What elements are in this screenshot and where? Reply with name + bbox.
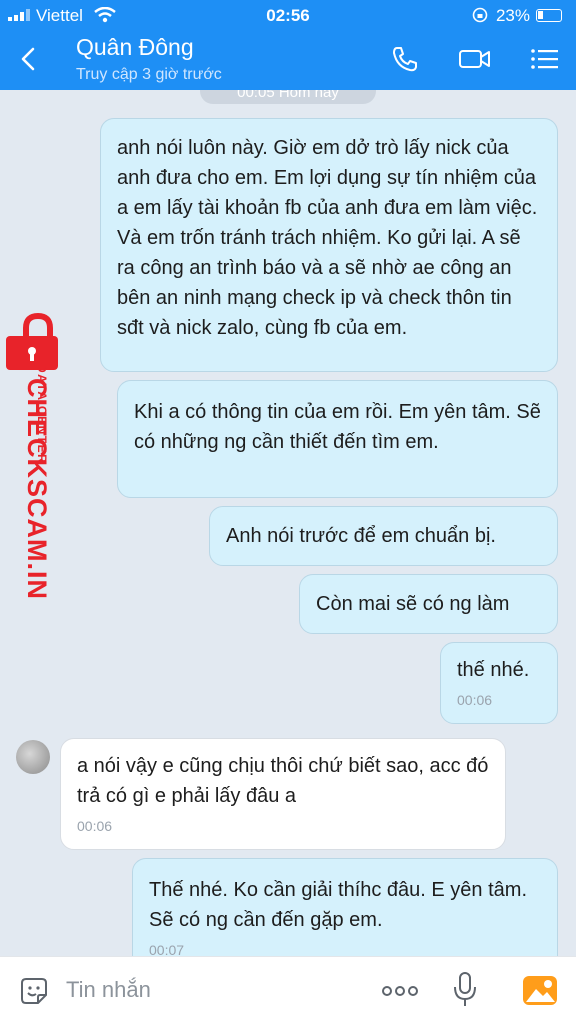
- message-text: Khi a có thông tin của em rồi. Em yên tâ…: [134, 401, 541, 453]
- message-text: Còn mai sẽ có ng làm: [316, 593, 510, 615]
- message-time: 00:06: [77, 818, 113, 834]
- photo-gallery-icon[interactable]: [522, 973, 558, 1007]
- svg-text:DATA CENTER: DATA CENTER: [35, 364, 49, 464]
- sticker-icon[interactable]: [18, 975, 50, 1007]
- battery-percent: 23%: [495, 6, 530, 25]
- message-text: a nói vậy e cũng chịu thôi chứ biết sao,…: [77, 755, 489, 807]
- message-bubble[interactable]: Còn mai sẽ có ng làm: [299, 574, 558, 634]
- clock: 02:56: [266, 6, 310, 25]
- battery-icon: [536, 9, 562, 22]
- microphone-icon[interactable]: [452, 971, 478, 1009]
- menu-icon[interactable]: [528, 44, 562, 74]
- message-list[interactable]: 00:05 Hôm nay anh nói luôn này. Giờ em d…: [0, 90, 576, 956]
- orientation-lock-icon: [472, 7, 488, 23]
- message-text: Thế nhé. Ko cần giải thíhc đâu. E yên tâ…: [149, 879, 528, 931]
- message-bubble[interactable]: a nói vậy e cũng chịu thôi chứ biết sao,…: [60, 738, 506, 850]
- message-composer: Tin nhắn: [0, 956, 576, 1025]
- chat-header: Viettel 02:56 23% Quân Đông Truy cập 3 g…: [0, 0, 576, 90]
- message-bubble[interactable]: anh nói luôn này. Giờ em dở trò lấy nick…: [100, 118, 558, 372]
- last-seen: Truy cập 3 giờ trước: [76, 66, 222, 83]
- message-text: thế nhé.: [457, 659, 530, 681]
- time-separator: 00:05 Hôm nay: [200, 90, 376, 104]
- avatar[interactable]: [16, 740, 50, 774]
- checkscam-watermark-logo: CHECKSCAM.INFO DATA CENTER: [6, 312, 58, 598]
- message-input[interactable]: Tin nhắn: [66, 977, 151, 1003]
- message-text: Anh nói trước để em chuẩn bị.: [226, 525, 496, 547]
- message-bubble[interactable]: Thế nhé. Ko cần giải thíhc đâu. E yên tâ…: [132, 858, 558, 956]
- phone-icon[interactable]: [388, 44, 422, 74]
- message-time: 00:07: [149, 942, 185, 956]
- message-bubble[interactable]: Anh nói trước để em chuẩn bị.: [209, 506, 558, 566]
- video-call-icon[interactable]: [458, 44, 492, 74]
- more-options-icon[interactable]: [380, 977, 420, 1005]
- message-bubble[interactable]: Khi a có thông tin của em rồi. Em yên tâ…: [117, 380, 558, 498]
- message-text: anh nói luôn này. Giờ em dở trò lấy nick…: [117, 137, 538, 339]
- message-bubble[interactable]: thế nhé. 00:06: [440, 642, 558, 724]
- contact-name[interactable]: Quân Đông: [76, 34, 194, 61]
- back-arrow-icon[interactable]: [14, 44, 44, 74]
- status-bar: Viettel 02:56 23%: [0, 4, 576, 26]
- message-time: 00:06: [457, 692, 493, 708]
